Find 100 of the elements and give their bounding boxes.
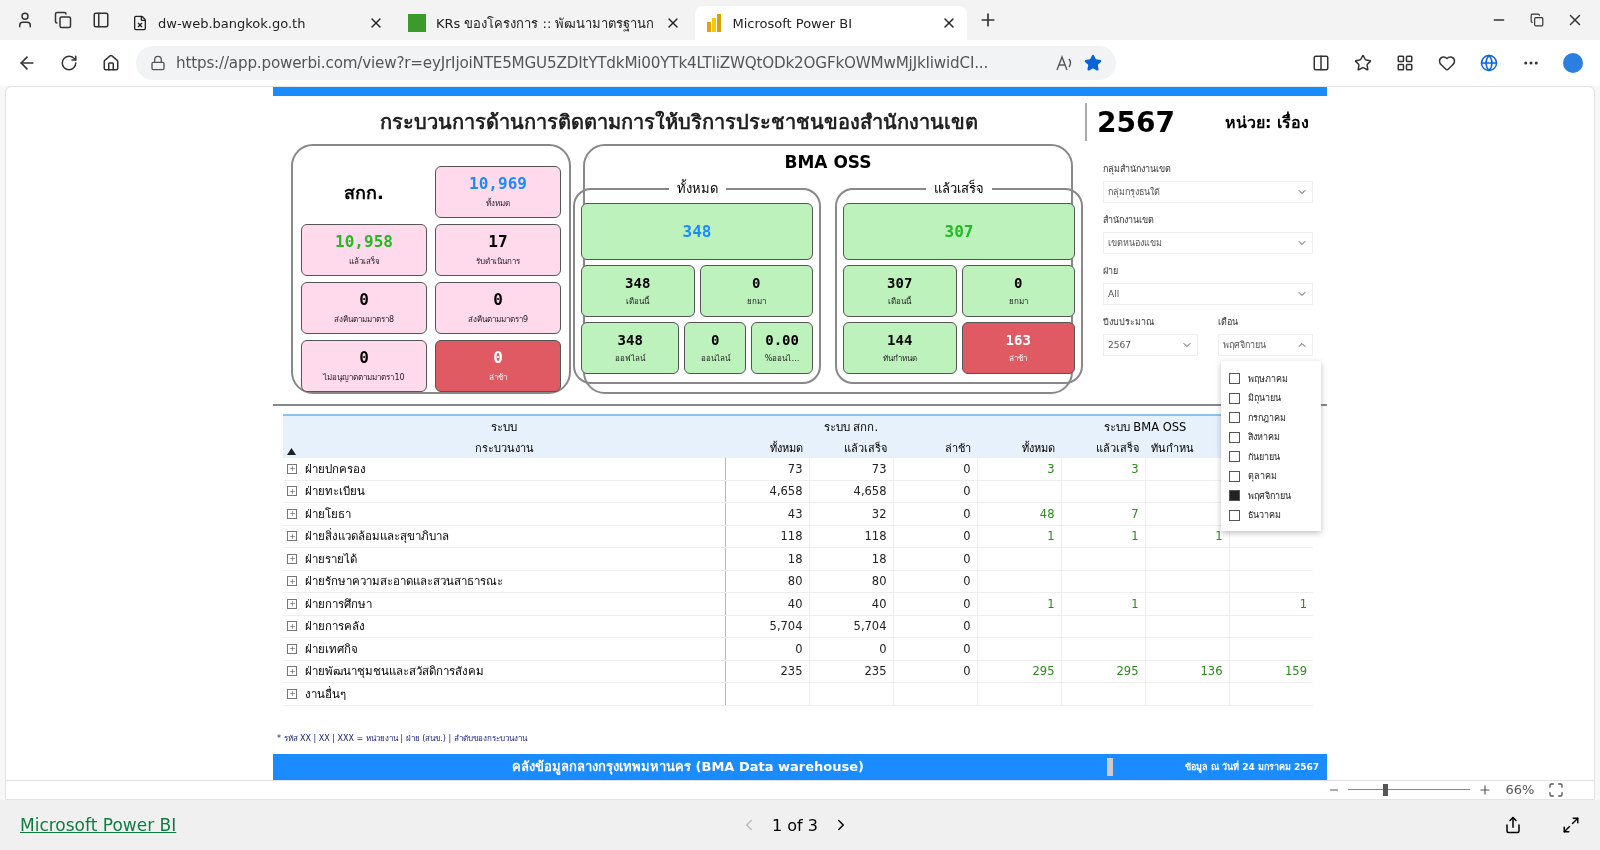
expand-icon[interactable]: [287, 576, 297, 587]
menu-option[interactable]: ธันวาคม: [1221, 505, 1321, 525]
table-value: 48: [1039, 506, 1055, 521]
table-value: 136: [1200, 664, 1223, 679]
group-title: ทั้งหมด: [675, 178, 719, 198]
browser-tab[interactable]: dw-web.bangkok.go.th: [122, 6, 394, 40]
row-label: ฝ่ายทะเบียน: [305, 483, 365, 501]
column-header[interactable]: ล่าช้า: [893, 438, 977, 458]
stat-label: เดือนนี้: [888, 295, 912, 308]
expand-icon[interactable]: [287, 598, 297, 609]
table-value: 235: [780, 664, 803, 679]
row-label: ฝ่ายสิ่งแวดล้อมและสุขาภิบาล: [305, 527, 449, 546]
checkbox[interactable]: [1229, 490, 1240, 502]
column-header[interactable]: แล้วเสร็จ: [1061, 438, 1145, 458]
row-label: ฝ่ายการศึกษา: [305, 595, 372, 613]
checkbox[interactable]: [1229, 509, 1240, 521]
stat-label: ออฟไลน์: [615, 352, 646, 365]
checkbox[interactable]: [1229, 392, 1240, 404]
slider-thumb[interactable]: [1382, 783, 1388, 796]
expand-icon[interactable]: [287, 531, 297, 542]
table-value: 0: [963, 506, 971, 521]
share-icon[interactable]: [1504, 816, 1522, 834]
site-logo-icon: [408, 14, 426, 32]
stat-value: 307: [944, 222, 974, 241]
menu-option[interactable]: ตุลาคม: [1221, 466, 1321, 486]
expand-icon[interactable]: [287, 463, 297, 474]
table-value: 0: [963, 664, 971, 679]
stat-value: 0.00: [765, 331, 799, 348]
stat-value: 0: [711, 331, 720, 348]
chart-logo-icon: [704, 14, 723, 32]
column-header[interactable]: แล้วเสร็จ: [809, 438, 893, 458]
checkbox[interactable]: [1229, 470, 1240, 482]
table-value: 1: [1131, 596, 1139, 611]
favorite-star-icon[interactable]: [1084, 54, 1102, 72]
stat-value: 0: [493, 290, 503, 309]
table-value: 295: [1116, 664, 1139, 679]
dropdown[interactable]: พฤศจิกายน: [1218, 334, 1313, 356]
table-value: 0: [879, 641, 887, 656]
filter-label: กลุ่มสำนักงานเขต: [1103, 163, 1172, 176]
stat-value: 348: [617, 331, 643, 348]
browser-tab[interactable]: KRs ของโครงการ :: พัฒนามาตรฐานก: [398, 6, 691, 40]
year-text: 2567: [1085, 103, 1189, 141]
checkbox[interactable]: [1229, 451, 1240, 463]
zoom-reading: 66%: [1504, 782, 1536, 798]
expand-icon[interactable]: [287, 621, 297, 632]
row-label: ฝ่ายรายได้: [305, 550, 357, 568]
stat-value: 348: [682, 222, 712, 241]
stat-value: 348: [625, 274, 651, 291]
brand-link[interactable]: Microsoft Power BI: [20, 815, 740, 835]
dropdown[interactable]: เขตหนองแขม: [1103, 232, 1313, 254]
sort-icon[interactable]: [287, 448, 296, 455]
dropdown[interactable]: All: [1103, 283, 1313, 305]
address-bar[interactable]: https://app.powerbi.com/view?r=eyJrIjoiNTE5MGU5ZDItYTdkMi00YTk4LTliZWQtODk2OGFkOWMwMjJkIiwidCI...: [136, 46, 1116, 80]
table-value: 159: [1285, 664, 1307, 679]
row-label: ฝ่ายโยธา: [305, 505, 351, 523]
panel-title: BMA OSS: [784, 152, 872, 174]
column-group-header: ระบบ สกก.: [725, 415, 977, 438]
bar-marker: [1107, 757, 1113, 776]
column-header[interactable]: ทั้งหมด: [977, 438, 1061, 458]
stat-value: 163: [1005, 331, 1031, 348]
panel-title: สกก.: [343, 180, 385, 205]
read-aloud-icon[interactable]: [1056, 55, 1074, 71]
table-value: 0: [963, 619, 971, 634]
expand-icon[interactable]: [287, 643, 297, 654]
fit-page-icon[interactable]: [1548, 781, 1564, 798]
table-value: 5,704: [853, 619, 887, 634]
table-value: 0: [963, 461, 971, 476]
table-value: 0: [963, 551, 971, 566]
browser-tab[interactable]: Microsoft Power BI: [694, 6, 967, 40]
report-title: กระบวนการด้านการติดตามการให้บริการประชาชนของสำนักงานเขต: [379, 109, 979, 136]
lock-icon: [150, 55, 166, 71]
table-value: 43: [787, 506, 803, 521]
dropdown[interactable]: กลุ่มกรุงธนใต้: [1103, 181, 1313, 203]
table-value: 0: [963, 596, 971, 611]
stat-value: 307: [887, 274, 913, 291]
stat-value: 0: [1014, 274, 1023, 291]
column-header[interactable]: ทั้งหมด: [725, 438, 809, 458]
stat-label: ยกมา: [746, 295, 766, 308]
expand-icon[interactable]: [287, 553, 297, 564]
fullscreen-icon[interactable]: [1562, 816, 1580, 834]
stat-value: 17: [488, 232, 508, 251]
zoom-in-icon[interactable]: [1478, 782, 1492, 797]
stat-value: 10,958: [335, 232, 393, 251]
checkbox[interactable]: [1229, 412, 1240, 424]
menu-option[interactable]: พฤศจิกายน: [1221, 486, 1321, 506]
checkbox[interactable]: [1229, 373, 1240, 385]
column-header[interactable]: กระบวนงาน: [283, 438, 725, 458]
checkbox[interactable]: [1229, 431, 1240, 443]
stat-label: รับดำเนินการ: [476, 256, 520, 268]
expand-icon[interactable]: [287, 666, 297, 677]
dropdown[interactable]: 2567: [1103, 334, 1198, 356]
tab-title: Microsoft Power BI: [732, 15, 853, 31]
expand-icon[interactable]: [287, 508, 297, 519]
row-label: ฝ่ายเทศกิจ: [305, 640, 358, 658]
expand-icon[interactable]: [287, 688, 297, 699]
menu-option[interactable]: มิถุนายน: [1221, 388, 1321, 408]
table-value: 295: [1032, 664, 1055, 679]
menu-option[interactable]: พฤษภาคม: [1221, 369, 1321, 389]
stat-label: ส่งคืนตามมาตรา9: [467, 314, 529, 326]
expand-icon[interactable]: [287, 486, 297, 497]
